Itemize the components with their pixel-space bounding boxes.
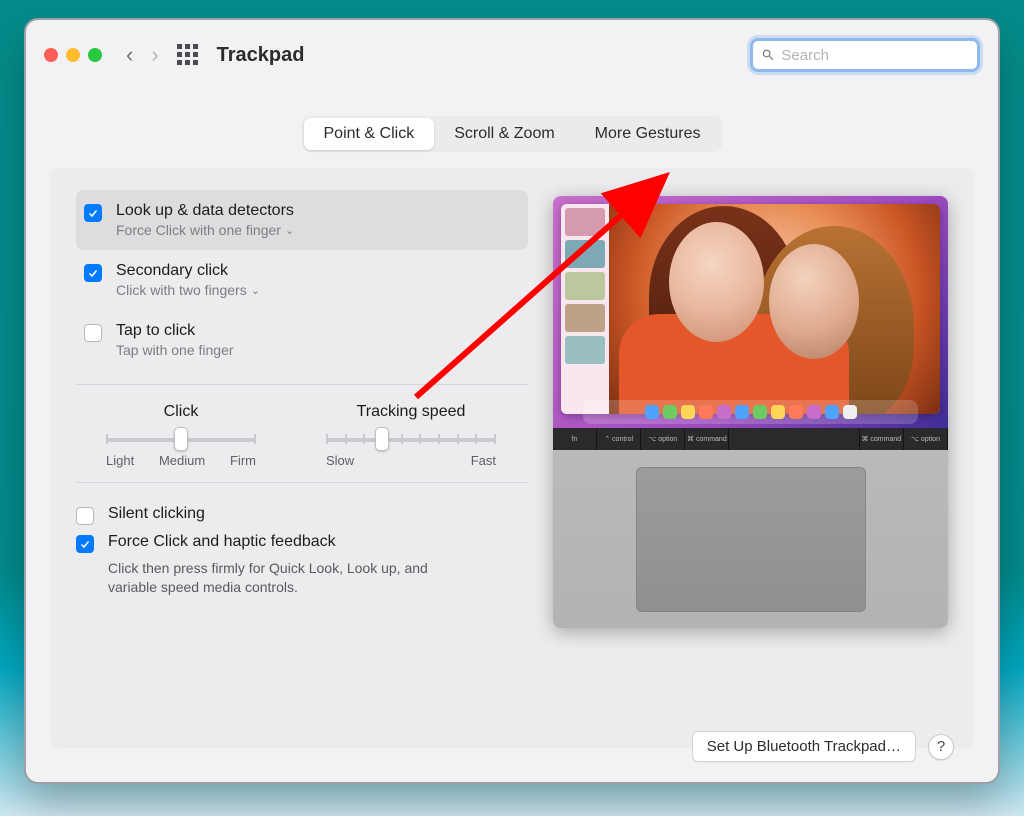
preview-thumb [565, 336, 605, 364]
preview-dock [583, 400, 918, 424]
help-button[interactable]: ? [928, 734, 954, 760]
slider-click: Click Light Medium Firm [106, 403, 256, 468]
option-silent-label: Silent clicking [108, 505, 205, 523]
content-panel: Look up & data detectors Force Click wit… [50, 168, 974, 748]
option-secondary-click[interactable]: Secondary click Click with two fingers⌄ [76, 250, 528, 310]
tab-more-gestures[interactable]: More Gestures [575, 118, 721, 150]
nav-arrows: ‹ › [126, 42, 159, 68]
back-button[interactable]: ‹ [126, 42, 133, 68]
option-silent-clicking[interactable]: Silent clicking [76, 501, 528, 529]
search-field[interactable] [750, 38, 980, 72]
slider-tracking-left: Slow [326, 453, 354, 468]
toolbar: ‹ › Trackpad [26, 20, 998, 90]
preview-thumb [565, 304, 605, 332]
option-lookup[interactable]: Look up & data detectors Force Click wit… [76, 190, 528, 250]
option-secondary-title: Secondary click [116, 262, 260, 280]
option-tap-to-click[interactable]: Tap to click Tap with one finger [76, 310, 528, 370]
preview-trackpad [636, 467, 866, 612]
option-lookup-title: Look up & data detectors [116, 202, 294, 220]
divider [76, 482, 528, 483]
checkbox-force[interactable] [76, 535, 94, 553]
setup-bluetooth-button[interactable]: Set Up Bluetooth Trackpad… [692, 731, 916, 762]
slider-tracking-track[interactable] [326, 429, 496, 449]
close-icon[interactable] [44, 48, 58, 62]
preview-thumb [565, 208, 605, 236]
slider-click-track[interactable] [106, 429, 256, 449]
checkbox-silent[interactable] [76, 507, 94, 525]
slider-tracking-label: Tracking speed [326, 403, 496, 421]
preferences-window: ‹ › Trackpad Point & Click Scroll & Zoom… [24, 18, 1000, 784]
option-tap-sub: Tap with one finger [116, 342, 234, 358]
checkbox-lookup[interactable] [84, 204, 102, 222]
preview-photo [609, 204, 940, 414]
preview-keyboard: fn ⌃ control ⌥ option ⌘ command ⌘ comman… [553, 428, 948, 450]
tab-scroll-zoom[interactable]: Scroll & Zoom [434, 118, 574, 150]
checkbox-tap[interactable] [84, 324, 102, 342]
option-force-click[interactable]: Force Click and haptic feedback [76, 529, 528, 557]
divider [76, 384, 528, 385]
tab-segmented-control: Point & Click Scroll & Zoom More Gesture… [302, 116, 723, 152]
slider-tracking: Tracking speed Slow Fast [326, 403, 496, 468]
option-secondary-sub[interactable]: Click with two fingers⌄ [116, 282, 260, 298]
option-tap-title: Tap to click [116, 322, 234, 340]
slider-click-knob[interactable] [174, 427, 188, 451]
option-lookup-sub[interactable]: Force Click with one finger⌄ [116, 222, 294, 238]
forward-button: › [151, 42, 158, 68]
page-title: Trackpad [217, 44, 305, 67]
chevron-down-icon: ⌄ [251, 284, 260, 297]
tab-point-click[interactable]: Point & Click [304, 118, 435, 150]
checkbox-secondary[interactable] [84, 264, 102, 282]
search-icon [761, 47, 775, 63]
slider-tracking-knob[interactable] [375, 427, 389, 451]
slider-click-right: Firm [230, 453, 256, 468]
option-force-desc: Click then press firmly for Quick Look, … [108, 559, 468, 597]
slider-click-label: Click [106, 403, 256, 421]
gesture-preview: fn ⌃ control ⌥ option ⌘ command ⌘ comman… [553, 196, 948, 628]
preview-trackpad-area [553, 450, 948, 628]
preview-thumb [565, 240, 605, 268]
window-controls [44, 48, 102, 62]
minimize-icon[interactable] [66, 48, 80, 62]
slider-tracking-right: Fast [471, 453, 496, 468]
preview-thumb [565, 272, 605, 300]
show-all-icon[interactable] [177, 44, 199, 66]
search-input[interactable] [781, 47, 969, 64]
zoom-icon[interactable] [88, 48, 102, 62]
slider-click-mid: Medium [159, 453, 205, 468]
option-force-label: Force Click and haptic feedback [108, 533, 336, 551]
chevron-down-icon: ⌄ [285, 224, 294, 237]
slider-click-left: Light [106, 453, 134, 468]
